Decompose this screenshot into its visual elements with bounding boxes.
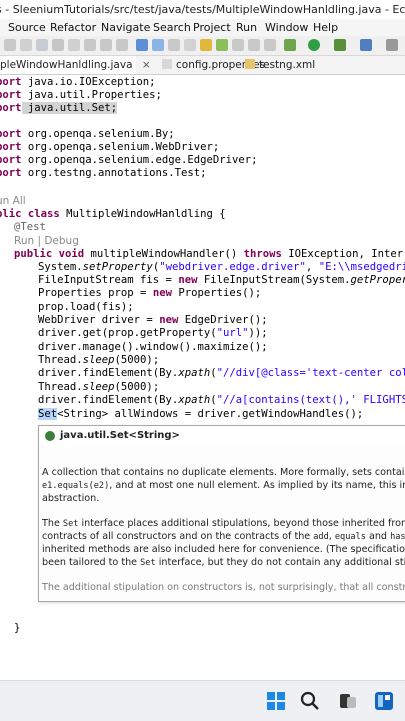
doc-text: e1.equals(e2), and at most one null elem… — [42, 480, 405, 491]
widgets-icon[interactable] — [374, 691, 394, 711]
code-line: System.setProperty("webdriver.edge.drive… — [38, 261, 405, 273]
code-lens-run-all[interactable]: un All — [0, 195, 26, 208]
print-icon[interactable] — [52, 39, 64, 51]
tab-multiplewindowhanldling[interactable]: pleWindowHanldling.java × — [0, 56, 151, 74]
tool-icon[interactable] — [232, 39, 244, 51]
save-icon[interactable] — [36, 39, 48, 51]
code-line: WebDriver driver = new EdgeDriver(); — [38, 314, 268, 326]
code-line: port java.util.Properties; — [0, 89, 162, 101]
code-line: port java.util.Set; — [0, 102, 118, 114]
search-icon[interactable] — [300, 691, 320, 711]
xml-file-icon — [245, 59, 255, 69]
interface-icon — [45, 431, 55, 441]
menu-window[interactable]: Window — [265, 21, 308, 34]
tab-label: pleWindowHanldling.java — [0, 59, 133, 71]
code-line: Set<String> allWindows = driver.getWindo… — [38, 408, 364, 420]
tool-icon[interactable] — [248, 39, 260, 51]
debug-icon[interactable] — [284, 39, 296, 51]
code-line: port org.openqa.selenium.WebDriver; — [0, 141, 220, 153]
menu-navigate[interactable]: Navigate — [101, 21, 150, 34]
popup-header: java.util.Set<String> — [39, 426, 405, 446]
class-icon[interactable] — [152, 39, 164, 51]
code-line: port org.openqa.selenium.edge.EdgeDriver… — [0, 154, 258, 166]
code-line: port org.testng.annotations.Test; — [0, 167, 207, 179]
search-icon[interactable] — [200, 39, 212, 51]
tool-icon[interactable] — [216, 39, 228, 51]
code-line: blic class MultipleWindowHanldling { — [0, 208, 226, 220]
undo-icon[interactable] — [4, 39, 16, 51]
tab-testng-xml[interactable]: testng.xml — [241, 56, 331, 74]
code-line: Thread.sleep(5000); — [38, 354, 160, 366]
tool-icon[interactable] — [100, 39, 112, 51]
doc-text: A collection that contains no duplicate … — [42, 467, 405, 478]
package-icon[interactable] — [136, 39, 148, 51]
task-view-icon[interactable] — [338, 691, 358, 711]
doc-text: The additional stipulation on constructo… — [42, 582, 405, 593]
external-tools-icon[interactable] — [360, 39, 372, 51]
tab-label: testng.xml — [259, 59, 316, 71]
menu-bar: Source Refactor Navigate Search Project … — [0, 19, 405, 36]
menu-run[interactable]: Run — [236, 21, 257, 34]
tool-icon[interactable] — [116, 39, 128, 51]
menu-search[interactable]: Search — [153, 21, 191, 34]
tool-icon[interactable] — [184, 39, 196, 51]
doc-text: been tailored to the Set interface, but … — [42, 557, 405, 568]
run-icon[interactable] — [308, 39, 320, 51]
code-line: driver.manage().window().maximize(); — [38, 341, 268, 353]
code-line: driver.findElement(By.xpath("//div[@clas… — [38, 367, 405, 379]
code-line: prop.load(fis); — [38, 301, 134, 313]
file-icon — [162, 59, 172, 69]
menu-source[interactable]: Source — [8, 21, 46, 34]
tool-icon[interactable] — [84, 39, 96, 51]
redo-icon[interactable] — [20, 39, 32, 51]
code-lens-run-debug[interactable]: Run | Debug — [14, 235, 79, 248]
tool-icon[interactable] — [168, 39, 180, 51]
tool-icon[interactable] — [264, 39, 276, 51]
toolbar — [0, 36, 405, 56]
code-line: driver.findElement(By.xpath("//a[contain… — [38, 394, 405, 406]
javadoc-hover-popup[interactable]: java.util.Set<String> A collection that … — [38, 425, 405, 602]
tool-icon[interactable] — [386, 39, 398, 51]
code-line: } — [14, 622, 21, 634]
close-icon[interactable]: × — [142, 59, 151, 71]
run-config-icon[interactable] — [334, 39, 346, 51]
menu-project[interactable]: Project — [193, 21, 231, 34]
windows-start-icon[interactable] — [266, 691, 286, 711]
code-line: public void multipleWindowHandler() thro… — [14, 248, 405, 260]
window-title-bar: s - SleeniumTutorials/src/test/java/test… — [0, 0, 405, 19]
code-line: @Test — [14, 221, 46, 233]
code-line: FileInputStream fis = new FileInputStrea… — [38, 274, 405, 286]
popup-title: java.util.Set<String> — [60, 430, 180, 441]
editor-tab-bar: pleWindowHanldling.java × config.propert… — [0, 56, 405, 75]
doc-text: abstraction. — [42, 493, 100, 504]
code-line: Thread.sleep(5000); — [38, 381, 160, 393]
menu-help[interactable]: Help — [313, 21, 338, 34]
taskbar — [0, 680, 405, 721]
code-line: port java.io.IOException; — [0, 76, 156, 88]
window-title: s - SleeniumTutorials/src/test/java/test… — [0, 3, 405, 16]
code-line: port org.openqa.selenium.By; — [0, 128, 175, 140]
code-line: driver.get(prop.getProperty("url")); — [38, 327, 268, 339]
doc-text: The Set interface places additional stip… — [42, 518, 405, 529]
doc-text: contracts of all constructors and on the… — [42, 531, 405, 542]
doc-text: inherited methods are also included here… — [42, 544, 405, 555]
tool-icon[interactable] — [68, 39, 80, 51]
code-line: Properties prop = new Properties(); — [38, 287, 262, 299]
menu-refactor[interactable]: Refactor — [50, 21, 96, 34]
